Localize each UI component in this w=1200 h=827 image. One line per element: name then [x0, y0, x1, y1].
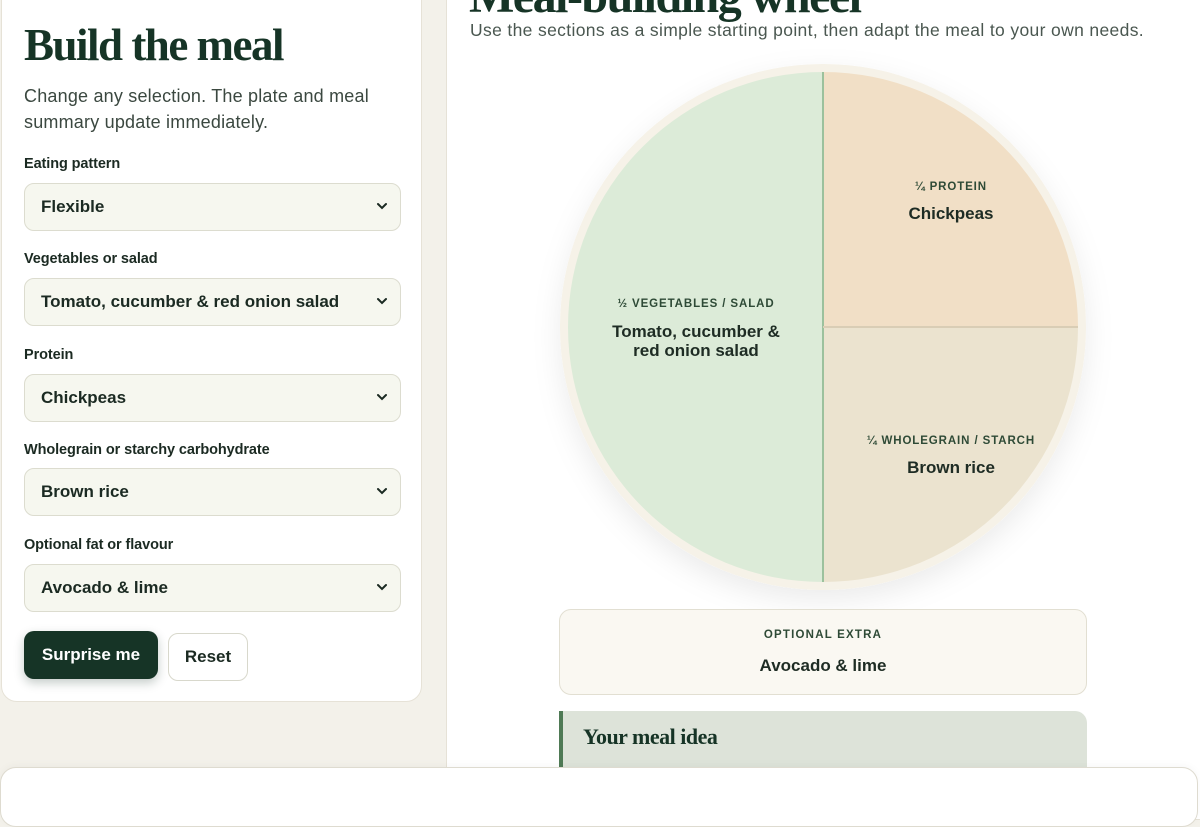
vegetables-value: Tomato, cucumber & red onion salad [41, 292, 340, 311]
starch-name: Brown rice [907, 458, 995, 477]
optional-extra-value: Avocado & lime [759, 656, 887, 675]
protein-label: Protein [24, 347, 74, 363]
surprise-me-button[interactable]: Surprise me [24, 631, 158, 679]
plate-wheel [560, 64, 1086, 590]
eating-pattern-label: Eating pattern [24, 156, 121, 172]
vegetables-select[interactable]: Tomato, cucumber & red onion salad [24, 278, 401, 326]
optional-extra-card: OPTIONAL EXTRA Avocado & lime [559, 609, 1087, 695]
bottom-section-card [0, 767, 1198, 827]
meal-preview-panel: Meal-building wheel Use the sections as … [446, 0, 1200, 820]
protein-kicker: ¼ PROTEIN [914, 181, 987, 193]
starch-kicker: ¼ WHOLEGRAIN / STARCH [866, 435, 1036, 447]
protein-segment[interactable] [823, 72, 1078, 327]
protein-select[interactable]: Chickpeas [24, 374, 401, 422]
builder-intro: Change any selection. The plate and meal… [24, 86, 369, 132]
vegetables-label: Vegetables or salad [24, 251, 158, 267]
fat-flavour-label: Optional fat or flavour [24, 537, 174, 553]
carbohydrate-select[interactable]: Brown rice [24, 468, 401, 516]
fat-flavour-select[interactable]: Avocado & lime [24, 564, 401, 612]
carbohydrate-value: Brown rice [41, 482, 129, 501]
chevron-down-icon [377, 488, 387, 495]
builder-title: Build the meal [24, 20, 285, 70]
eating-pattern-select[interactable]: Flexible [24, 183, 401, 231]
vegetables-kicker: ½ VEGETABLES / SALAD [617, 298, 775, 310]
vegetables-name: Tomato, cucumber & red onion salad [612, 322, 780, 360]
chevron-down-icon [377, 584, 387, 591]
fat-flavour-value: Avocado & lime [41, 578, 168, 597]
protein-value: Chickpeas [41, 388, 127, 407]
meal-idea-title: Your meal idea [583, 724, 718, 749]
protein-name: Chickpeas [908, 204, 994, 223]
chevron-down-icon [377, 203, 387, 210]
meal-builder-panel: Build the meal Change any selection. The… [1, 0, 422, 702]
carbohydrate-label: Wholegrain or starchy carbohydrate [24, 442, 270, 458]
eating-pattern-value: Flexible [41, 197, 105, 216]
starch-segment[interactable] [823, 327, 1078, 582]
chevron-down-icon [377, 298, 387, 305]
optional-extra-kicker: OPTIONAL EXTRA [763, 629, 883, 641]
reset-button[interactable]: Reset [168, 633, 248, 681]
chevron-down-icon [377, 394, 387, 401]
